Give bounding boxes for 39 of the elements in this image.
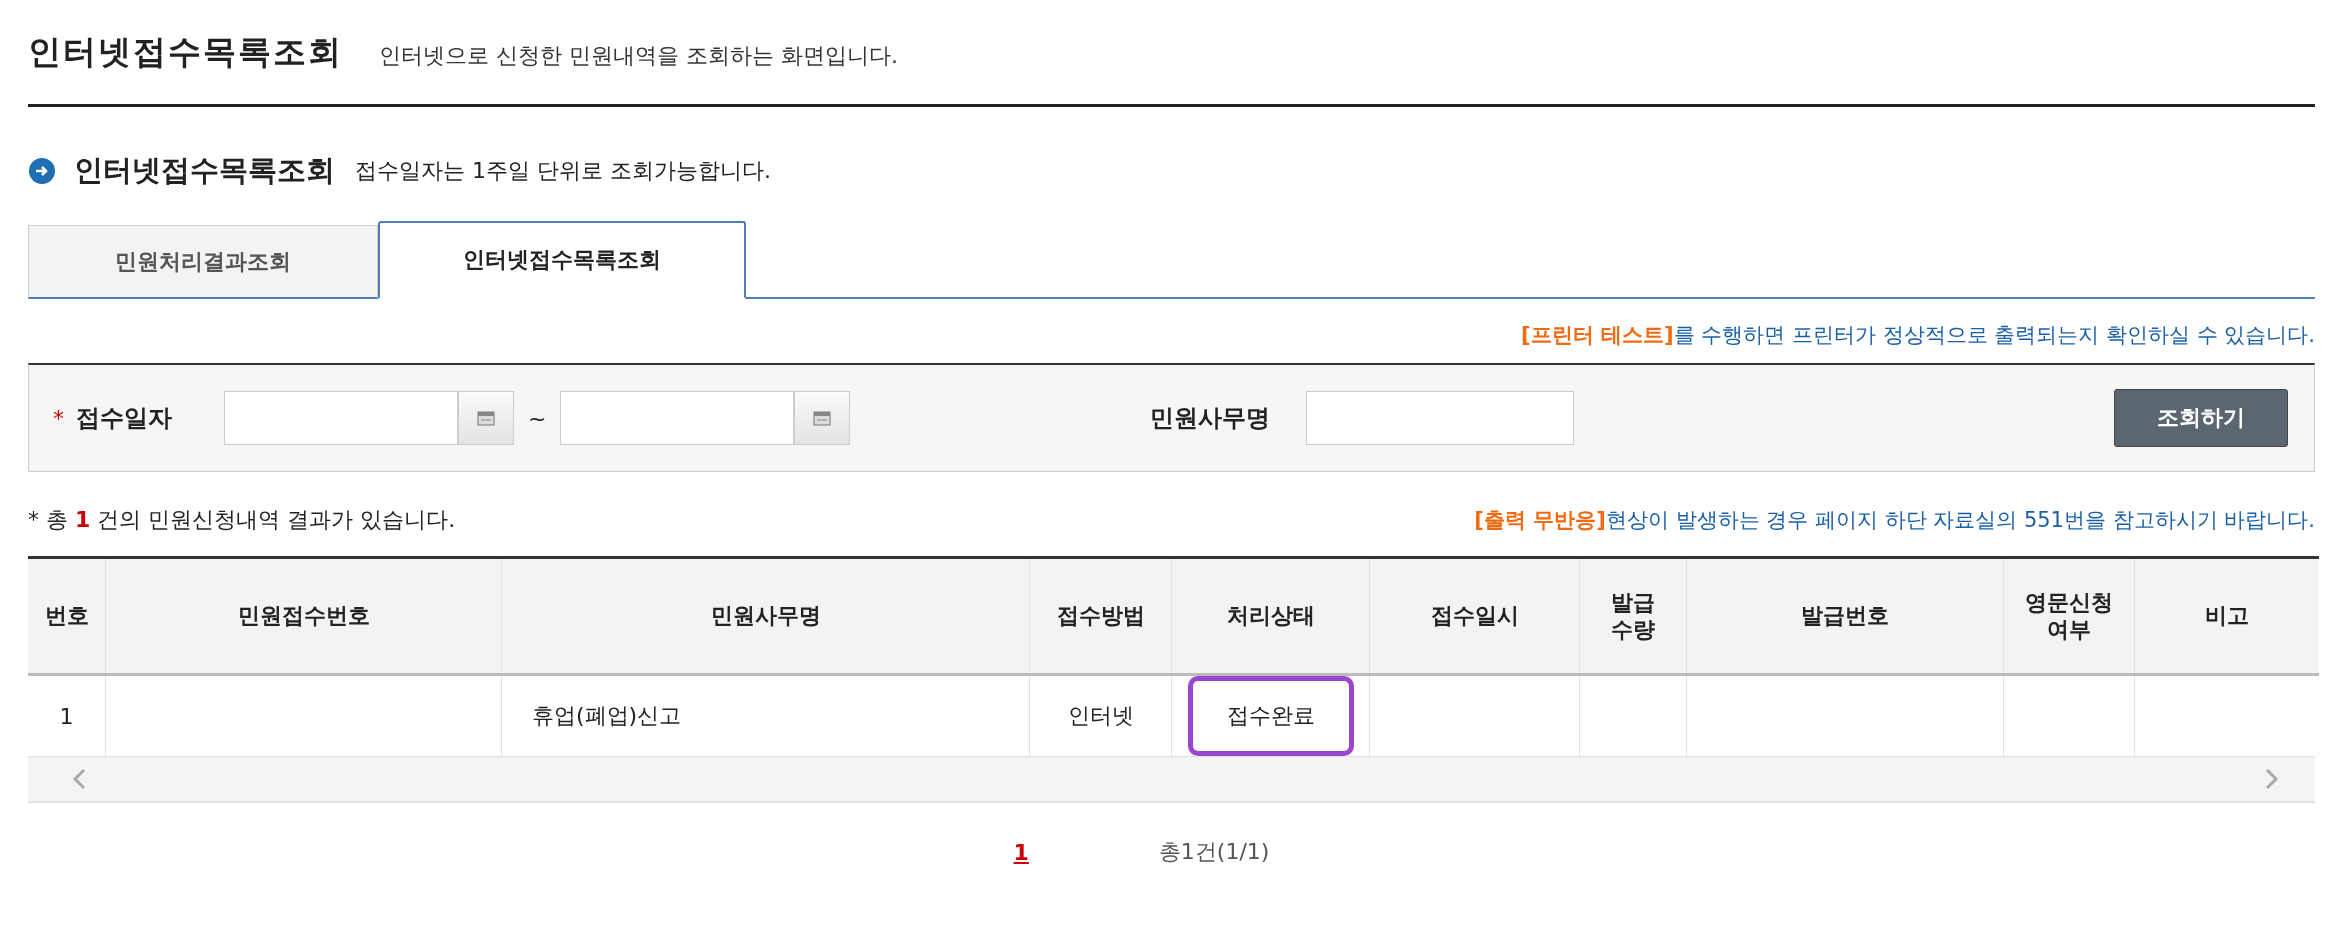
printer-notice: [프린터 테스트]를 수행하면 프린터가 정상적으로 출력되는지 확인하실 수 있습니다.: [1520, 322, 2315, 349]
scroll-right-icon[interactable]: [2265, 768, 2279, 790]
page-link[interactable]: 1: [1013, 839, 1029, 865]
arrow-circle-icon: [28, 157, 56, 185]
column-header: 접수일시: [1369, 557, 1580, 675]
page-title: 인터넷접수목록조회: [28, 31, 343, 73]
name-label: 민원사무명: [1150, 403, 1271, 434]
table-cell-text: 1: [58, 703, 75, 730]
column-header: 민원사무명: [501, 557, 1030, 675]
table-cell-text: 휴업(폐업)신고: [532, 702, 682, 730]
result-summary: * 총 1 건의 민원신청내역 결과가 있습니다.: [28, 506, 456, 534]
section-note: 접수일자는 1주일 단위로 조회가능합니다.: [355, 157, 771, 185]
column-header: 발급번호: [1686, 557, 2004, 675]
date-field[interactable]: [560, 391, 795, 445]
column-header: 민원접수번호: [105, 557, 502, 675]
search-button[interactable]: 조회하기: [2114, 389, 2288, 447]
scroll-left-icon[interactable]: [72, 768, 86, 790]
column-header: 번호: [28, 557, 106, 675]
name-field[interactable]: [1306, 391, 1575, 445]
column-header: 처리상태: [1171, 557, 1370, 675]
page-total: 총1건(1/1): [1158, 838, 1270, 866]
tab[interactable]: 민원처리결과조회: [28, 225, 378, 299]
date-field[interactable]: [224, 391, 458, 445]
required-mark: *: [53, 405, 64, 431]
highlighted-cell: 접수완료: [1187, 676, 1354, 756]
calendar-icon[interactable]: [794, 391, 851, 445]
page-subtitle: 인터넷으로 신청한 민원내역을 조회하는 화면입니다.: [379, 42, 898, 70]
section-title: 인터넷접수목록조회: [74, 152, 335, 189]
table-cell-text: 인터넷: [1067, 702, 1134, 730]
column-header: 비고: [2134, 557, 2319, 675]
horizontal-scrollbar[interactable]: [28, 756, 2315, 803]
column-header: 접수방법: [1029, 557, 1172, 675]
tab[interactable]: 인터넷접수목록조회: [378, 221, 746, 299]
column-header: 발급 수량: [1579, 557, 1687, 675]
output-notice: [출력 무반응]현상이 발생하는 경우 페이지 하단 자료실의 551번을 참고하시기 바랍니다.: [1474, 507, 2315, 534]
range-separator: ~: [528, 405, 547, 431]
column-header: 영문신청 여부: [2003, 557, 2135, 675]
calendar-icon[interactable]: [458, 391, 514, 445]
date-label: 접수일자: [76, 403, 172, 434]
